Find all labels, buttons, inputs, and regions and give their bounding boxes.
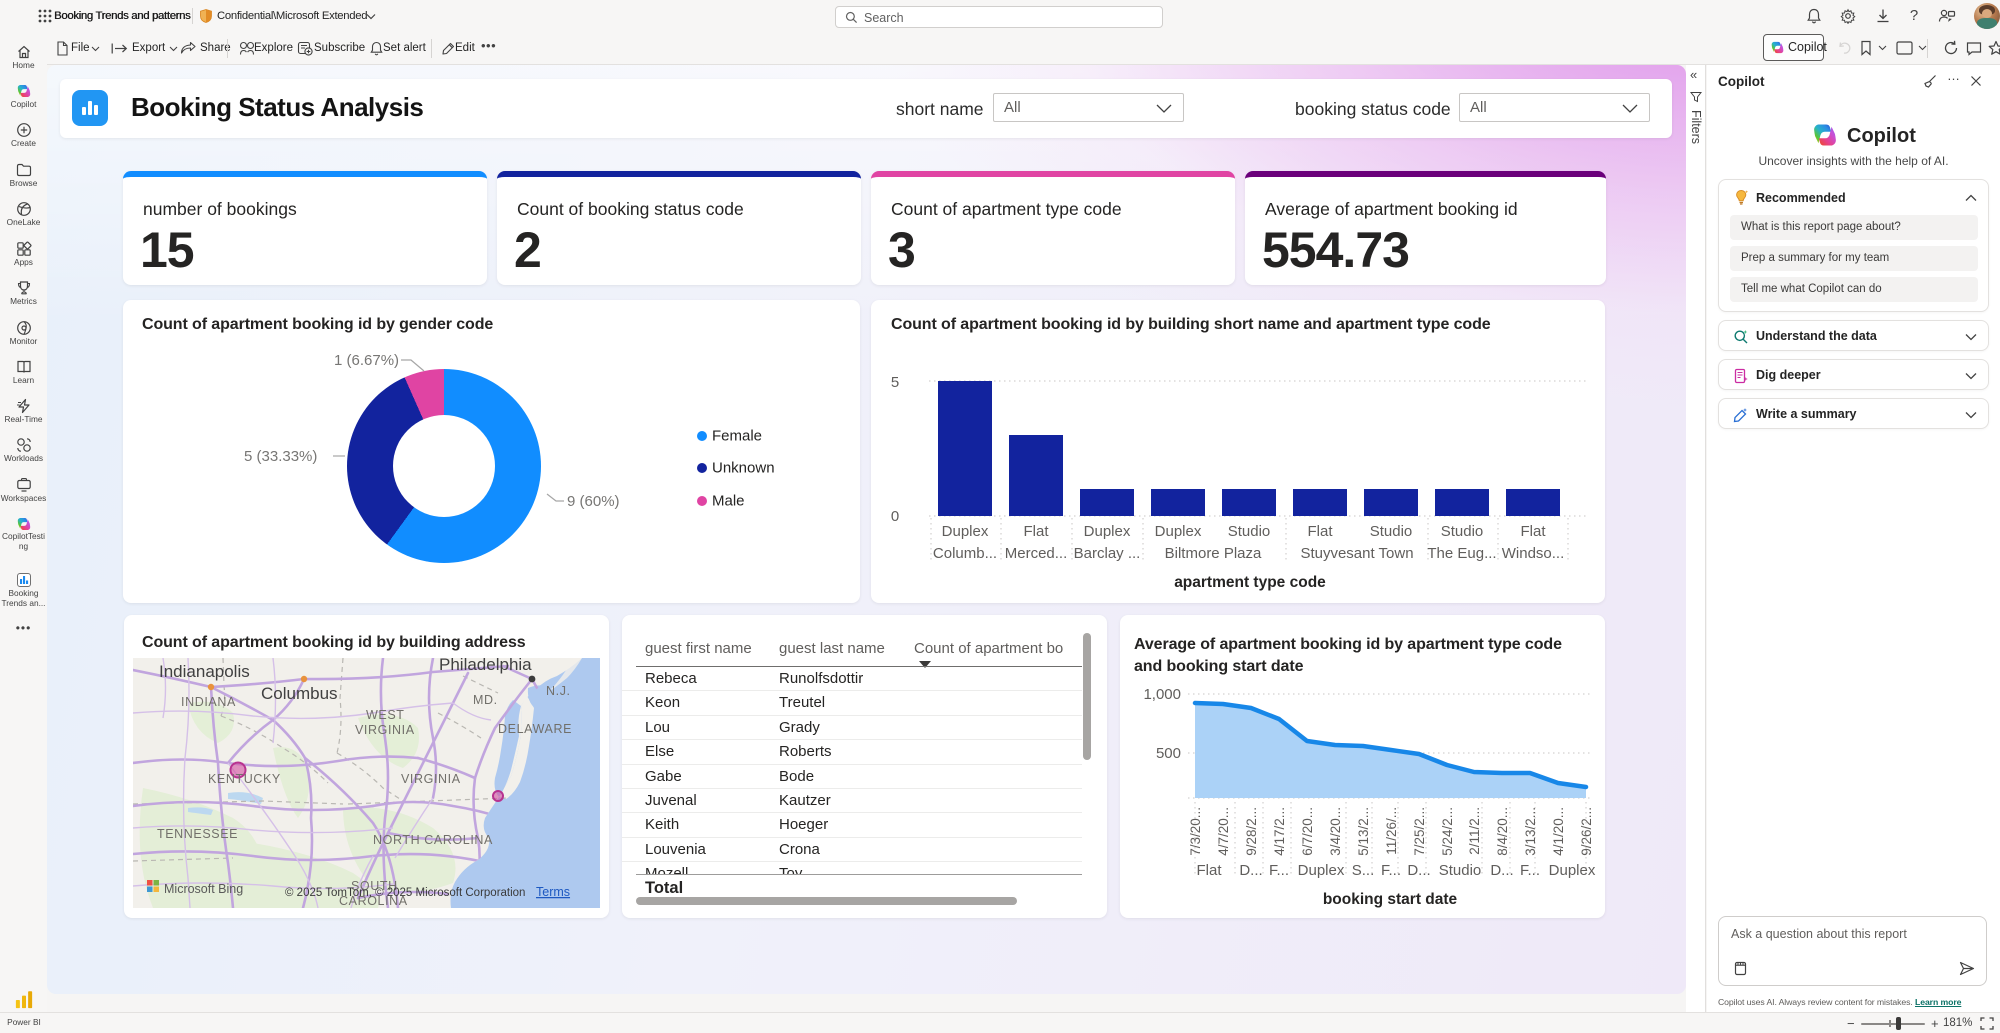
- svg-text:D...: D...: [1407, 862, 1430, 879]
- svg-text:11/26/...: 11/26/...: [1384, 807, 1399, 855]
- svg-text:Duplex: Duplex: [942, 523, 989, 540]
- svg-text:S...: S...: [1352, 862, 1375, 879]
- svg-text:© 2025 TomTom, © 2025 Microsof: © 2025 TomTom, © 2025 Microsoft Corporat…: [285, 887, 525, 899]
- svg-text:Biltmore Plaza: Biltmore Plaza: [1165, 545, 1262, 562]
- svg-text:D...: D...: [1239, 862, 1262, 879]
- svg-text:N.J.: N.J.: [546, 684, 571, 698]
- svg-text:Studio: Studio: [1439, 862, 1482, 879]
- svg-text:MD.: MD.: [473, 693, 498, 707]
- svg-text:Indianapolis: Indianapolis: [159, 662, 250, 681]
- svg-text:8/4/20...: 8/4/20...: [1495, 807, 1510, 856]
- svg-text:Studio: Studio: [1370, 523, 1413, 540]
- svg-text:TENNESSEE: TENNESSEE: [157, 827, 238, 841]
- svg-text:INDIANA: INDIANA: [181, 695, 236, 709]
- svg-text:5/24/2...: 5/24/2...: [1440, 807, 1455, 856]
- svg-text:Columbus: Columbus: [261, 684, 338, 703]
- svg-text:9/26/2...: 9/26/2...: [1579, 807, 1594, 856]
- svg-text:6/7/20...: 6/7/20...: [1300, 807, 1315, 856]
- svg-text:Merced...: Merced...: [1005, 545, 1068, 562]
- svg-text:booking start date: booking start date: [1323, 891, 1458, 908]
- svg-text:?: ?: [1910, 7, 1918, 24]
- svg-text:D...: D...: [1490, 862, 1513, 879]
- svg-text:1,000: 1,000: [1143, 686, 1181, 703]
- svg-text:2/11/2...: 2/11/2...: [1467, 807, 1482, 855]
- svg-text:4/1/20...: 4/1/20...: [1551, 807, 1566, 856]
- svg-text:apartment type code: apartment type code: [1174, 574, 1326, 591]
- svg-text:Stuyvesant Town: Stuyvesant Town: [1300, 545, 1413, 562]
- svg-text:3/4/20...: 3/4/20...: [1328, 807, 1343, 856]
- svg-text:7/25/2...: 7/25/2...: [1412, 807, 1427, 856]
- svg-text:F...: F...: [1520, 862, 1540, 879]
- svg-text:4/17/2...: 4/17/2...: [1272, 807, 1287, 856]
- svg-text:DELAWARE: DELAWARE: [498, 722, 572, 736]
- svg-text:Studio: Studio: [1228, 523, 1271, 540]
- svg-text:F...: F...: [1381, 862, 1401, 879]
- svg-text:3/13/2...: 3/13/2...: [1523, 807, 1538, 856]
- svg-text:4/7/20...: 4/7/20...: [1216, 807, 1231, 856]
- svg-text:WEST: WEST: [366, 708, 405, 722]
- svg-text:500: 500: [1156, 745, 1181, 762]
- svg-text:5: 5: [891, 374, 899, 391]
- svg-text:Terms: Terms: [536, 885, 570, 899]
- svg-text:Duplex: Duplex: [1549, 862, 1596, 879]
- svg-text:7/3/20...: 7/3/20...: [1188, 807, 1203, 856]
- svg-text:Philadelphia: Philadelphia: [439, 658, 532, 674]
- svg-text:VIRGINIA: VIRGINIA: [401, 772, 461, 786]
- svg-text:The Eug...: The Eug...: [1427, 545, 1496, 562]
- svg-text:Duplex: Duplex: [1084, 523, 1131, 540]
- svg-text:Barclay ...: Barclay ...: [1074, 545, 1141, 562]
- svg-text:5/13/2...: 5/13/2...: [1356, 807, 1371, 856]
- svg-text:KENTUCKY: KENTUCKY: [208, 772, 281, 786]
- svg-text:Windso...: Windso...: [1502, 545, 1565, 562]
- svg-text:Duplex: Duplex: [1298, 862, 1345, 879]
- svg-text:Microsoft Bing: Microsoft Bing: [164, 882, 243, 896]
- svg-text:NORTH CAROLINA: NORTH CAROLINA: [373, 833, 493, 847]
- svg-text:Flat: Flat: [1023, 523, 1049, 540]
- svg-text:9/28/2...: 9/28/2...: [1244, 807, 1259, 856]
- svg-text:Studio: Studio: [1441, 523, 1484, 540]
- svg-text:VIRGINIA: VIRGINIA: [355, 723, 415, 737]
- svg-text:Flat: Flat: [1520, 523, 1546, 540]
- svg-text:F...: F...: [1269, 862, 1289, 879]
- svg-text:Flat: Flat: [1307, 523, 1333, 540]
- svg-text:0: 0: [891, 508, 899, 525]
- svg-text:Flat: Flat: [1196, 862, 1222, 879]
- svg-text:Columb...: Columb...: [933, 545, 997, 562]
- svg-text:Duplex: Duplex: [1155, 523, 1202, 540]
